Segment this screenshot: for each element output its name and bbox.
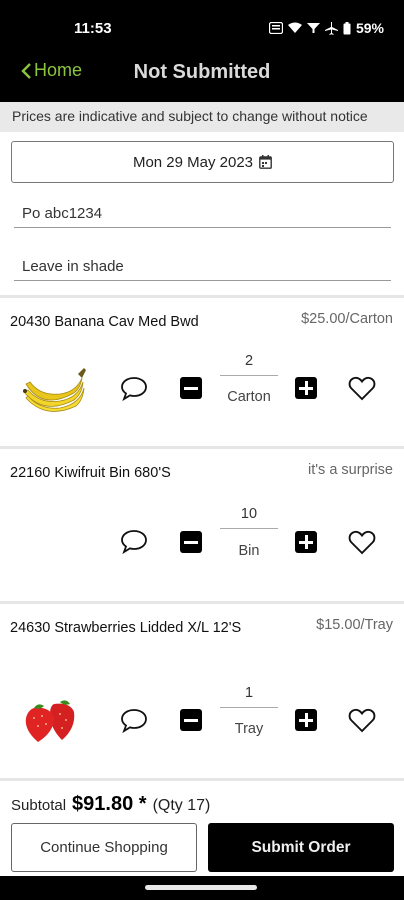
app-bar: Home Not Submitted — [0, 56, 404, 102]
product-name: 20430 Banana Cav Med Bwd — [10, 314, 199, 330]
quantity-value[interactable]: 2 — [220, 353, 278, 369]
airplane-icon — [324, 21, 338, 35]
status-time: 11:53 — [74, 20, 112, 37]
wifi-icon — [287, 22, 302, 33]
delivery-date-picker[interactable]: Mon 29 May 2023 — [11, 141, 394, 183]
quantity-underline — [220, 375, 278, 376]
quantity-underline — [220, 707, 278, 708]
favorite-heart-icon[interactable] — [348, 375, 376, 401]
unit-label: Carton — [227, 389, 271, 405]
calendar-icon — [259, 155, 272, 169]
increase-quantity-button[interactable] — [295, 709, 317, 731]
product-price: $15.00/Tray — [316, 617, 393, 633]
order-footer: Subtotal $91.80 * (Qty 17) Continue Shop… — [0, 778, 404, 876]
product-list: 20430 Banana Cav Med Bwd $25.00/Carton 2… — [0, 295, 404, 778]
quantity-underline — [220, 528, 278, 529]
decrease-quantity-button[interactable] — [180, 377, 202, 399]
product-name: 22160 Kiwifruit Bin 680'S — [10, 465, 171, 481]
battery-icon — [343, 21, 351, 34]
nfc-icon — [268, 22, 283, 34]
strawberries-image — [25, 700, 75, 742]
subtotal-label: Subtotal — [11, 797, 67, 814]
favorite-heart-icon[interactable] — [348, 707, 376, 733]
unit-label: Tray — [234, 721, 264, 737]
page-title: Not Submitted — [133, 61, 271, 83]
comment-icon[interactable] — [120, 374, 148, 402]
decrease-quantity-button[interactable] — [180, 709, 202, 731]
status-bar: 11:53 59% — [0, 0, 404, 56]
quantity-value[interactable]: 10 — [220, 506, 278, 522]
signal-icon — [306, 23, 320, 33]
product-name: 24630 Strawberries Lidded X/L 12'S — [10, 620, 242, 636]
total-quantity: (Qty 17) — [152, 797, 211, 814]
submit-order-button[interactable]: Submit Order — [208, 823, 394, 872]
product-row: 24630 Strawberries Lidded X/L 12'S $15.0… — [0, 604, 404, 778]
product-price: it's a surprise — [308, 462, 393, 478]
banana-image — [23, 368, 86, 412]
unit-label: Bin — [238, 543, 260, 559]
increase-quantity-button[interactable] — [295, 531, 317, 553]
comment-icon[interactable] — [120, 527, 148, 555]
home-gesture-handle[interactable] — [145, 885, 257, 890]
battery-percent: 59% — [355, 20, 384, 36]
comment-icon[interactable] — [120, 706, 148, 734]
delivery-instructions-field[interactable]: Leave in shade — [14, 258, 391, 281]
subtotal-row: Subtotal $91.80 * (Qty 17) — [11, 793, 210, 816]
product-row: 22160 Kiwifruit Bin 680'S it's a surpris… — [0, 449, 404, 714]
continue-shopping-button[interactable]: Continue Shopping — [11, 823, 197, 872]
increase-quantity-button[interactable] — [295, 377, 317, 399]
favorite-heart-icon[interactable] — [348, 529, 376, 555]
status-icons: 59% — [268, 20, 384, 36]
po-number-field[interactable]: Po abc1234 — [14, 205, 391, 228]
subtotal-amount: $91.80 * — [72, 793, 147, 815]
quantity-value[interactable]: 1 — [220, 685, 278, 701]
product-row: 20430 Banana Cav Med Bwd $25.00/Carton 2… — [0, 298, 404, 446]
product-price: $25.00/Carton — [301, 311, 393, 327]
system-nav-bar — [0, 876, 404, 900]
delivery-date-value: Mon 29 May 2023 — [132, 153, 254, 171]
price-notice: Prices are indicative and subject to cha… — [0, 102, 404, 132]
decrease-quantity-button[interactable] — [180, 531, 202, 553]
